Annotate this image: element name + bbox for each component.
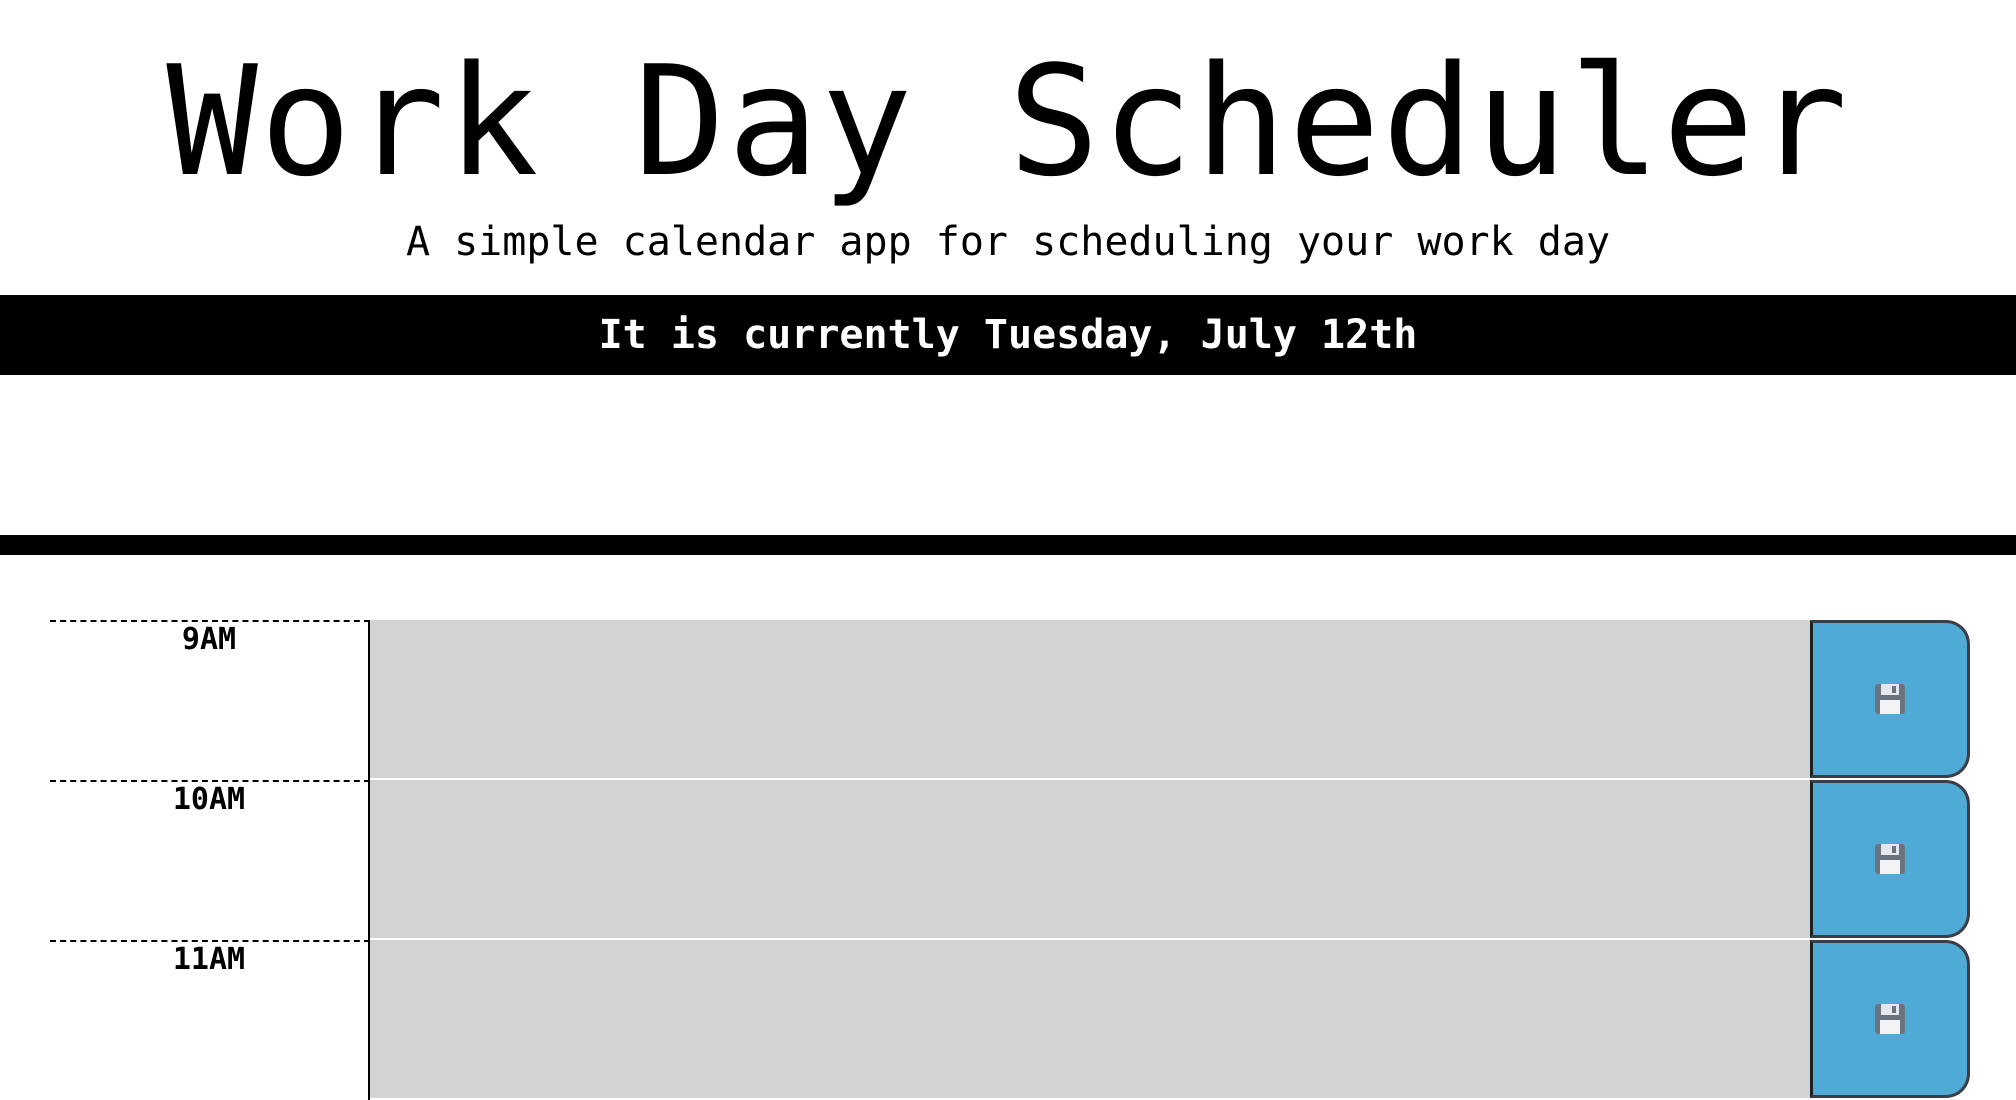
description-textarea[interactable] xyxy=(370,780,1810,940)
time-block-row: 11AM xyxy=(50,940,1970,1100)
jumbotron-header: Work Day Scheduler A simple calendar app… xyxy=(0,0,2016,295)
floppy-disk-icon xyxy=(1875,684,1905,714)
floppy-disk-icon xyxy=(1875,844,1905,874)
current-day-bar: It is currently Tuesday, July 12th xyxy=(0,295,2016,375)
description-textarea[interactable] xyxy=(370,940,1810,1100)
time-block-row: 9AM xyxy=(50,620,1970,780)
time-block-row: 10AM xyxy=(50,780,1970,940)
hour-label: 10AM xyxy=(50,780,370,940)
hour-label: 9AM xyxy=(50,620,370,780)
header-divider xyxy=(0,535,2016,555)
page-lead: A simple calendar app for scheduling you… xyxy=(405,219,1611,265)
hour-label: 11AM xyxy=(50,940,370,1100)
description-textarea[interactable] xyxy=(370,620,1810,780)
save-button[interactable] xyxy=(1810,940,1970,1098)
floppy-disk-icon xyxy=(1875,1004,1905,1034)
save-button[interactable] xyxy=(1810,620,1970,778)
save-button[interactable] xyxy=(1810,780,1970,938)
current-day: It is currently Tuesday, July 12th xyxy=(598,312,1418,358)
page-title: Work Day Scheduler xyxy=(166,33,1850,210)
